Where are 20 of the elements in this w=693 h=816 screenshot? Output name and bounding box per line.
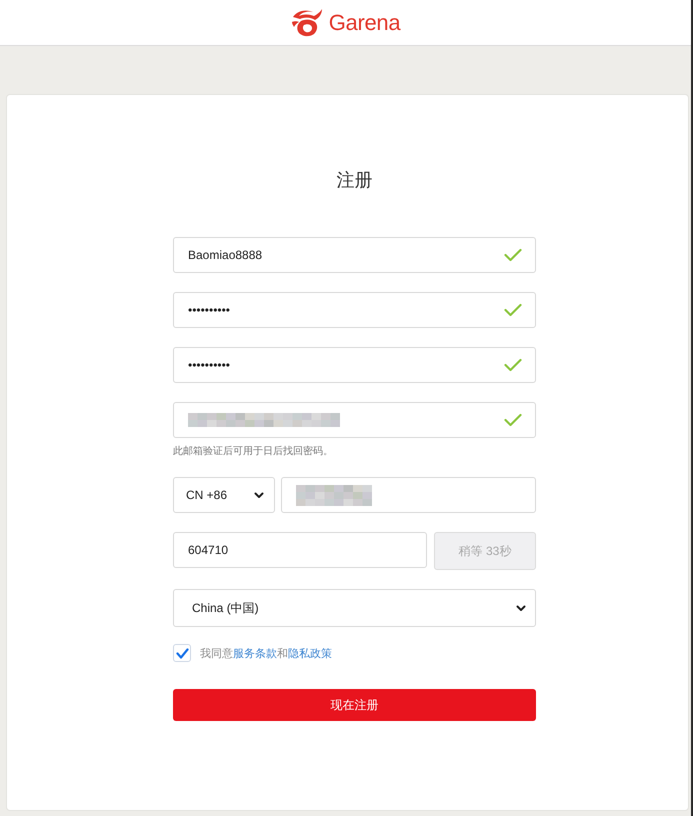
input-field[interactable]: Baomiao8888 [173,237,536,273]
phone-input-field[interactable] [281,477,536,513]
agreement-text: 我同意服务条款和隐私政策 [200,646,332,660]
chevron-down-icon [254,492,264,498]
form-title: 注册 [336,170,372,190]
checkmark-icon [176,648,188,658]
chevron-down-icon [516,604,526,612]
country-select[interactable]: China (中国) [173,589,536,627]
logo-wordmark: Garena [328,10,400,36]
country-code-select[interactable]: CN +86 [173,477,275,513]
policy-link[interactable]: 隐私政策 [288,648,332,660]
dragon-swirl-logo-icon [290,8,323,38]
email-hint: 此邮箱验证后可用于日后找回密码。 [173,446,334,458]
input-field[interactable]: •••••••••• [173,292,536,328]
register-button[interactable]: 现在注册 [173,689,536,721]
input-field[interactable] [173,402,536,438]
input-field[interactable]: •••••••••• [173,347,536,383]
verification-code-field[interactable]: 604710 [173,532,427,568]
policy-link[interactable]: 服务条款 [233,648,277,660]
agree-checkbox[interactable] [173,644,191,662]
